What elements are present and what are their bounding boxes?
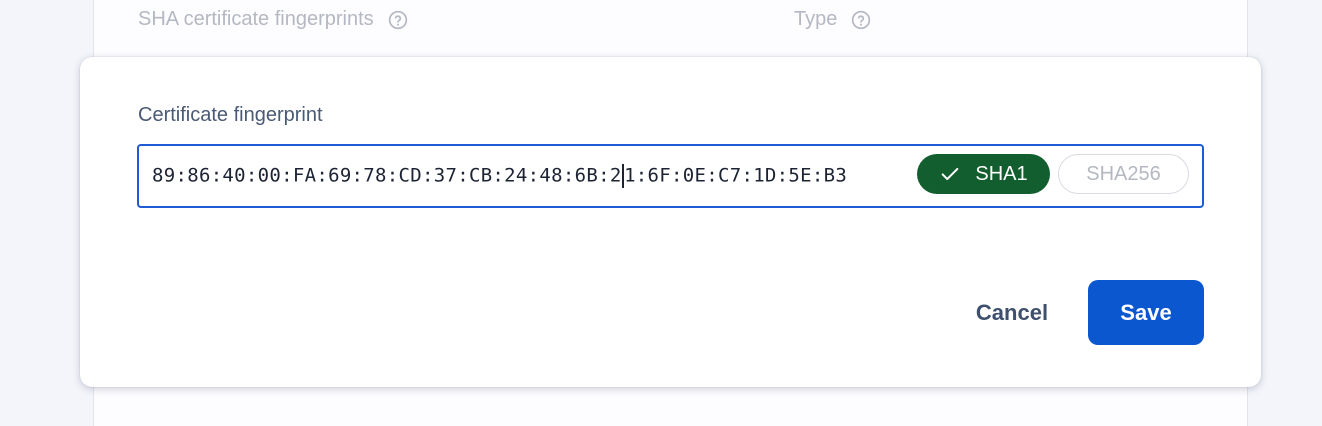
help-circle-icon[interactable] — [851, 10, 871, 30]
sha1-chip[interactable]: SHA1 — [917, 154, 1050, 194]
check-icon — [942, 167, 959, 181]
save-button[interactable]: Save — [1088, 280, 1204, 345]
sha256-chip-label: SHA256 — [1086, 162, 1161, 185]
fingerprint-dialog: Certificate fingerprint 89:86:40:00:FA:6… — [80, 57, 1261, 387]
column-header-type: Type — [794, 8, 871, 31]
sha1-chip-label: SHA1 — [975, 162, 1028, 185]
fingerprint-input[interactable]: 89:86:40:00:FA:69:78:CD:37:CB:24:48:6B:2… — [137, 144, 1204, 208]
sha256-chip[interactable]: SHA256 — [1058, 154, 1189, 194]
fingerprint-input-value[interactable]: 89:86:40:00:FA:69:78:CD:37:CB:24:48:6B:2… — [139, 164, 847, 188]
help-circle-icon[interactable] — [388, 10, 408, 30]
cancel-button[interactable]: Cancel — [950, 283, 1074, 343]
field-label: Certificate fingerprint — [138, 104, 323, 126]
column-header-label: SHA certificate fingerprints — [138, 8, 374, 30]
column-header-fingerprints: SHA certificate fingerprints — [138, 8, 408, 31]
column-header-label: Type — [794, 8, 838, 30]
